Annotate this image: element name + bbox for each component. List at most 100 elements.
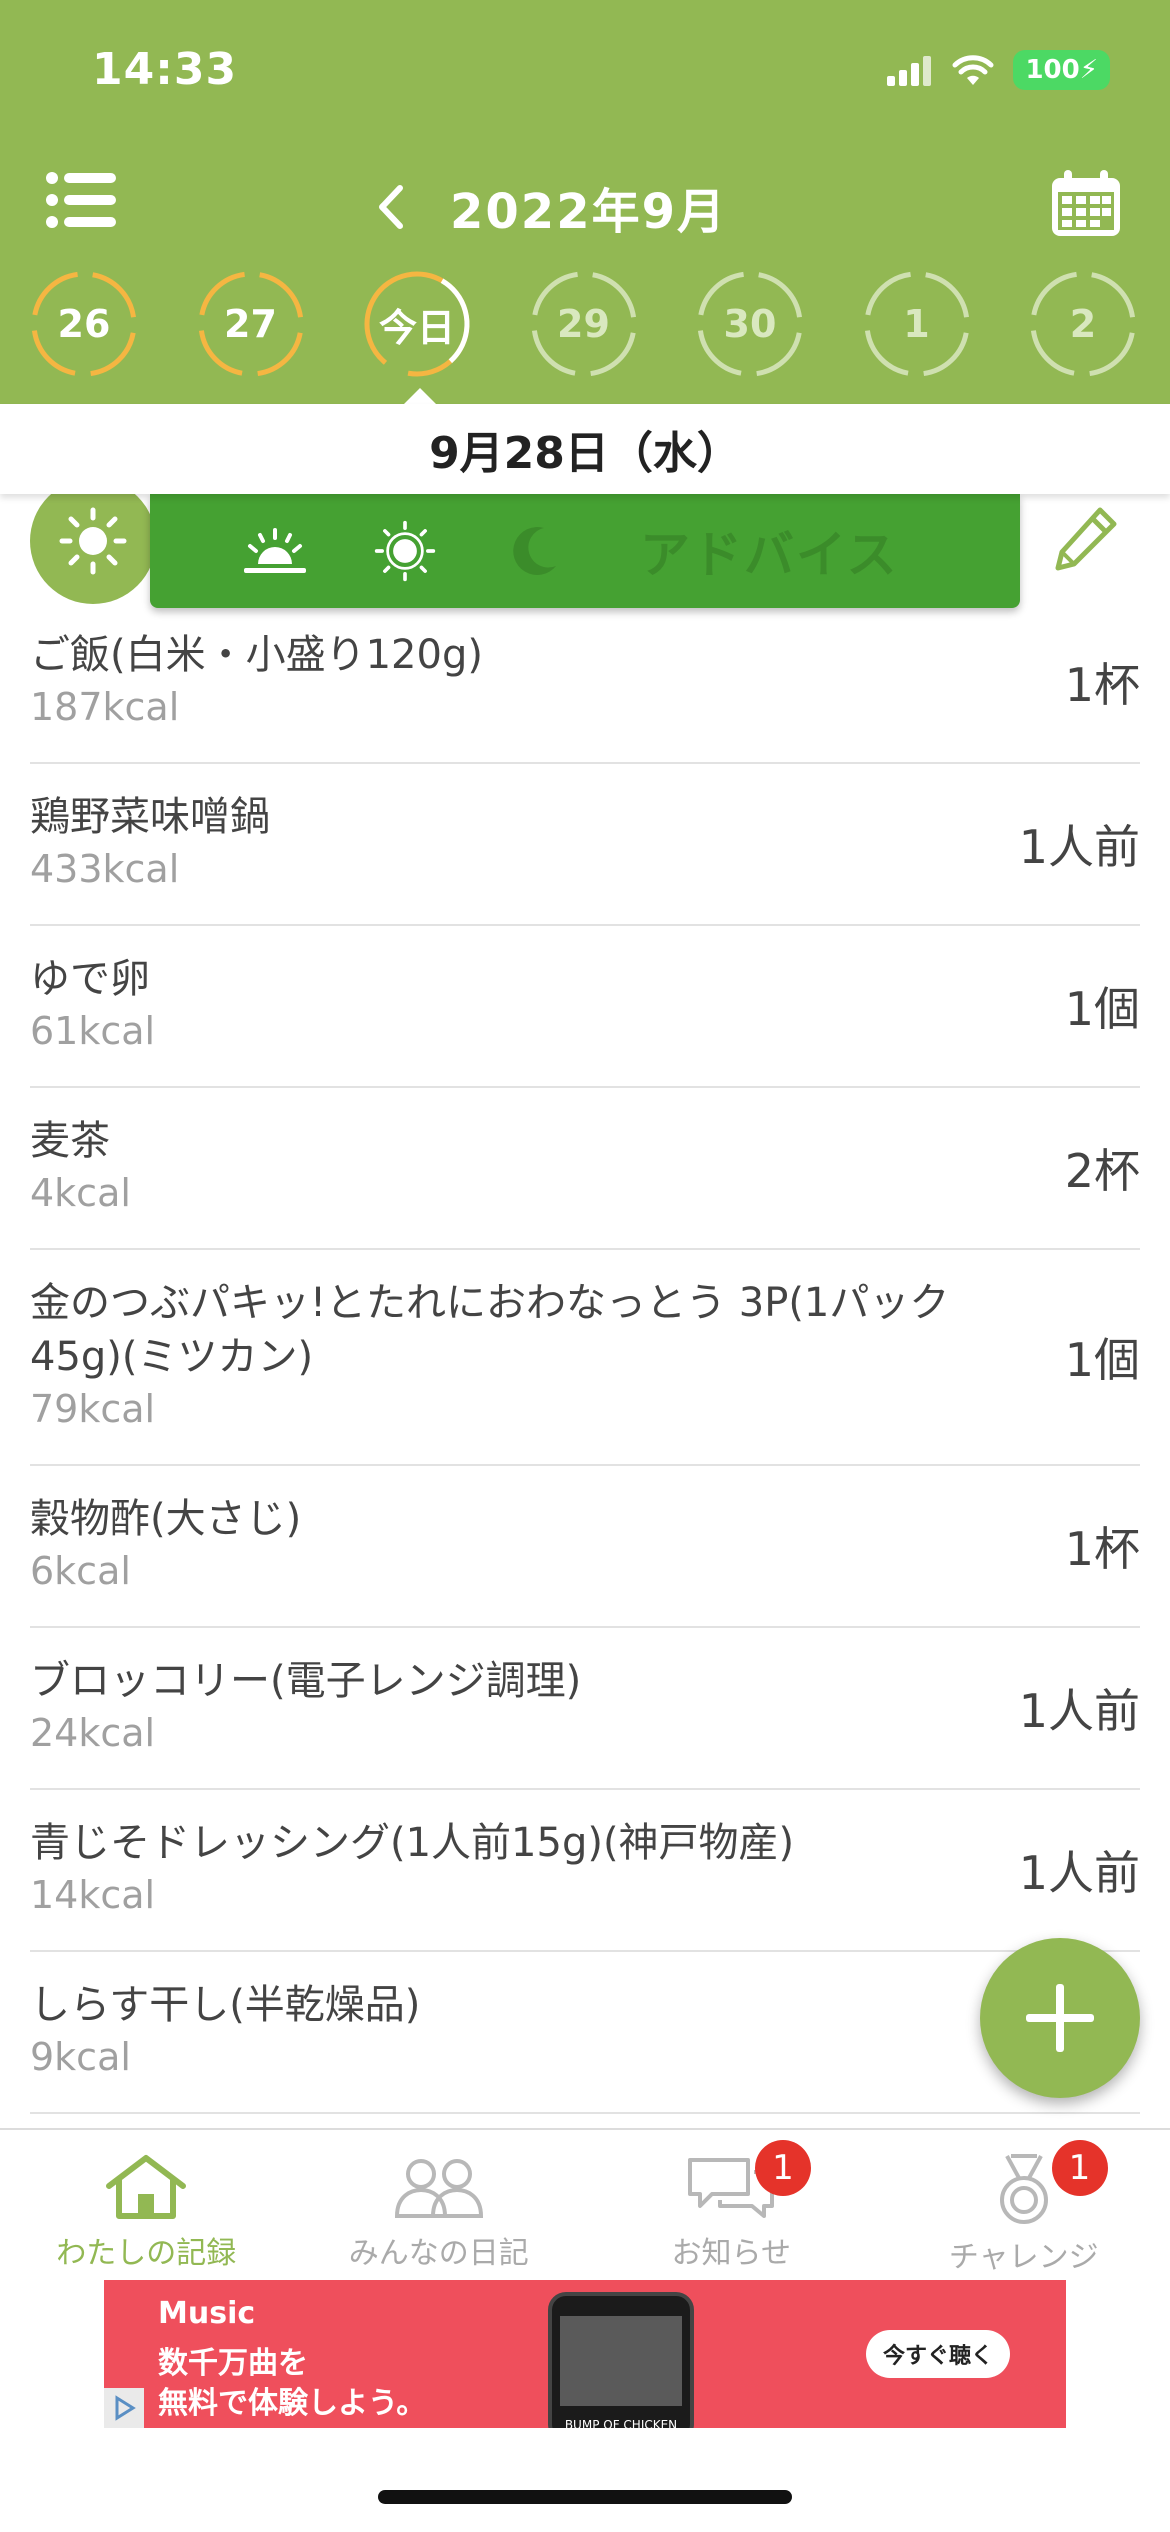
prev-month-button[interactable]: [370, 179, 410, 235]
list-menu-icon: [46, 172, 116, 228]
day-label: 29: [557, 302, 610, 346]
food-text: 麦茶 4kcal: [30, 1088, 1010, 1248]
month-navigation: 2022年9月: [370, 172, 727, 242]
food-text: しらす干し(半乾燥品) 9kcal: [30, 1952, 1010, 2112]
food-row[interactable]: ゆで卵 61kcal 1個: [30, 926, 1140, 1088]
day-label: 今日: [378, 305, 455, 350]
food-quantity: 1人前: [1018, 1684, 1140, 1738]
ad-copy-line2: 無料で体験しよう。: [158, 2386, 427, 2421]
calendar-icon: [1052, 170, 1120, 236]
selected-date: 9月28日（水）: [429, 428, 741, 479]
food-text: 穀物酢(大さじ) 6kcal: [30, 1466, 1010, 1626]
day-today[interactable]: 今日: [363, 270, 471, 378]
food-kcal: 433kcal: [30, 847, 180, 891]
food-name: ご飯(白米・小盛り120g): [30, 632, 483, 678]
food-kcal: 79kcal: [30, 1387, 156, 1431]
food-text: ゆで卵 61kcal: [30, 926, 1010, 1086]
add-food-button[interactable]: [980, 1938, 1140, 2098]
food-kcal: 6kcal: [30, 1549, 131, 1593]
nav-label: みんなの日記: [348, 2236, 529, 2271]
food-row[interactable]: しらす干し(半乾燥品) 9kcal: [30, 1952, 1140, 2114]
nav-my-records[interactable]: わたしの記録: [0, 2130, 293, 2280]
food-name: 穀物酢(大さじ): [30, 1496, 302, 1542]
nav-everyone-diary[interactable]: みんなの日記: [293, 2130, 586, 2280]
medal-icon: [999, 2154, 1048, 2224]
ad-cta-button[interactable]: 今すぐ聴く: [866, 2330, 1010, 2378]
ad-brand: Music: [158, 2296, 256, 2331]
food-text: ブロッコリー(電子レンジ調理) 24kcal: [30, 1628, 1010, 1788]
nav-label: チャレンジ: [948, 2240, 1099, 2275]
food-name: 金のつぶパキッ!とたれにおわなっとう 3P(1パック45g)(ミツカン): [30, 1280, 950, 1380]
challenge-badge: 1: [1051, 2140, 1108, 2196]
tab-dinner[interactable]: [470, 494, 600, 608]
food-row[interactable]: 鶏野菜味噌鍋 433kcal 1人前: [30, 764, 1140, 926]
menu-button[interactable]: [46, 170, 118, 230]
battery-level: 100: [1025, 55, 1080, 85]
edit-button[interactable]: [1050, 504, 1120, 574]
notification-badge: 1: [755, 2140, 811, 2196]
calendar-button[interactable]: [1048, 168, 1124, 240]
food-quantity: 1個: [1064, 982, 1140, 1036]
food-quantity: 1杯: [1064, 658, 1140, 712]
ad-phone-image: BUMP OF CHICKEN: [548, 2292, 694, 2428]
food-name: 青じそドレッシング(1人前15g)(神戸物産): [30, 1820, 795, 1866]
ad-banner[interactable]: Music 数千万曲を 無料で体験しよう。 BUMP OF CHICKEN 今す…: [104, 2280, 1066, 2428]
food-kcal: 187kcal: [30, 685, 180, 729]
day-30[interactable]: 30: [696, 270, 804, 378]
food-row[interactable]: 金のつぶパキッ!とたれにおわなっとう 3P(1パック45g)(ミツカン) 79kc…: [30, 1250, 1140, 1466]
day-26[interactable]: 26: [30, 270, 138, 378]
food-quantity: 1個: [1064, 1333, 1140, 1387]
day-1[interactable]: 1: [863, 270, 971, 378]
food-text: ご飯(白米・小盛り120g) 187kcal: [30, 602, 1010, 762]
app-header: 14:33 100 ⚡ 2022年9月 26 27 今日 29 30 1 2: [0, 0, 1170, 406]
bottom-tab-bar: わたしの記録 みんなの日記 お知らせ 1 チャレンジ 1: [0, 2128, 1170, 2280]
nav-notifications[interactable]: お知らせ 1: [585, 2130, 878, 2280]
food-name: ブロッコリー(電子レンジ調理): [30, 1658, 582, 1704]
sun-icon: [59, 507, 127, 575]
wifi-icon: [952, 55, 994, 85]
food-text: 鶏野菜味噌鍋 433kcal: [30, 764, 1010, 924]
food-kcal: 9kcal: [30, 2035, 131, 2079]
day-27[interactable]: 27: [197, 270, 305, 378]
status-indicators: 100 ⚡: [887, 50, 1110, 90]
home-icon: [106, 2155, 187, 2219]
charging-bolt-icon: ⚡: [1079, 55, 1098, 85]
sunrise-icon: [244, 528, 306, 573]
tab-advice[interactable]: アドバイス: [640, 494, 899, 608]
ad-copy-line1: 数千万曲を: [158, 2346, 308, 2381]
selected-date-bar: 9月28日（水）: [0, 404, 1170, 494]
ad-phone-caption: BUMP OF CHICKEN: [564, 2418, 678, 2428]
food-row[interactable]: 青じそドレッシング(1人前15g)(神戸物産) 14kcal 1人前: [30, 1790, 1140, 1952]
food-list: ご飯(白米・小盛り120g) 187kcal 1杯 鶏野菜味噌鍋 433kcal 1人前ゆ…: [30, 602, 1140, 2114]
ad-band-photo: [560, 2316, 682, 2406]
day-29[interactable]: 29: [530, 270, 638, 378]
ad-choices-icon[interactable]: [104, 2388, 144, 2428]
nav-label: わたしの記録: [56, 2236, 237, 2271]
food-kcal: 61kcal: [30, 1009, 156, 1053]
food-row[interactable]: ブロッコリー(電子レンジ調理) 24kcal 1人前: [30, 1628, 1140, 1790]
day-label: 2: [1069, 302, 1097, 346]
day-label: 26: [57, 302, 111, 346]
day-label: 1: [903, 302, 930, 346]
day-2[interactable]: 2: [1029, 270, 1137, 378]
food-text: 青じそドレッシング(1人前15g)(神戸物産) 14kcal: [30, 1790, 1010, 1950]
tab-lunch[interactable]: [340, 494, 470, 608]
food-row[interactable]: 穀物酢(大さじ) 6kcal 1杯: [30, 1466, 1140, 1628]
food-kcal: 14kcal: [30, 1873, 156, 1917]
home-indicator: [378, 2490, 792, 2504]
food-quantity: 1人前: [1018, 1846, 1140, 1900]
sun-icon: [374, 520, 436, 582]
food-row[interactable]: 麦茶 4kcal 2杯: [30, 1088, 1140, 1250]
current-meal-badge[interactable]: [30, 478, 156, 604]
food-row[interactable]: ご飯(白米・小盛り120g) 187kcal 1杯: [30, 602, 1140, 764]
tab-breakfast[interactable]: [210, 494, 340, 608]
nav-challenge[interactable]: チャレンジ 1: [878, 2130, 1170, 2280]
signal-icon: [887, 56, 932, 86]
food-kcal: 24kcal: [30, 1711, 156, 1755]
food-name: 鶏野菜味噌鍋: [30, 794, 270, 840]
people-icon: [394, 2159, 483, 2218]
day-selector: 26 27 今日 29 30 1 2: [0, 270, 1170, 382]
food-quantity: 1杯: [1064, 1522, 1140, 1576]
day-label: 30: [723, 302, 777, 346]
meal-section: アドバイス: [0, 478, 1170, 608]
